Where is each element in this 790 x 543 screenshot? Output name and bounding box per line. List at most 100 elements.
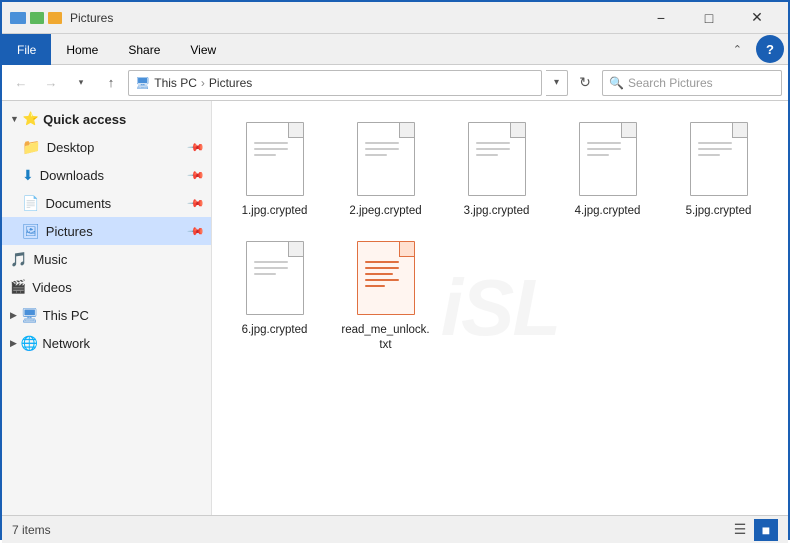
file-page-6 <box>246 241 304 315</box>
tab-home[interactable]: Home <box>51 34 113 65</box>
sidebar-label-videos: Videos <box>32 280 72 295</box>
file-item-3[interactable]: 3.jpg.crypted <box>444 111 549 224</box>
refresh-button[interactable]: ↻ <box>572 70 598 96</box>
sidebar-item-documents[interactable]: 📄 Documents 📌 <box>2 189 211 217</box>
file-line <box>476 154 498 156</box>
expand-arrow-thispc: ▶ <box>10 310 17 321</box>
tab-file[interactable]: File <box>2 34 51 65</box>
file-lines-2 <box>365 142 399 156</box>
sidebar-section-thispc[interactable]: ▶ 🖥 This PC <box>2 301 211 329</box>
file-line <box>365 285 385 287</box>
folder-icon-desktop: 📁 <box>22 138 41 156</box>
file-line <box>254 148 288 150</box>
file-lines-4 <box>587 142 621 156</box>
file-name-6: 6.jpg.crypted <box>242 323 308 338</box>
network-icon: 🌐 <box>21 335 38 352</box>
sidebar-label-desktop: Desktop <box>47 140 95 155</box>
sidebar-section-quick-access[interactable]: ▼ ⭐ Quick access <box>2 105 211 133</box>
file-name-4: 4.jpg.crypted <box>575 204 641 219</box>
window-controls: − □ ✕ <box>638 3 780 33</box>
file-line <box>698 142 732 144</box>
download-icon: ⬇ <box>22 167 34 184</box>
video-icon: 🎬 <box>10 279 26 295</box>
minimize-button[interactable]: − <box>638 3 684 33</box>
sidebar-item-pictures[interactable]: 🖼 Pictures 📌 <box>2 217 211 245</box>
file-line <box>365 154 387 156</box>
documents-icon: 📄 <box>22 195 39 212</box>
file-line <box>254 273 276 275</box>
file-item-1[interactable]: 1.jpg.crypted <box>222 111 327 224</box>
path-pictures[interactable]: Pictures <box>209 76 252 90</box>
file-lines-1 <box>254 142 288 156</box>
search-placeholder: Search Pictures <box>628 76 713 90</box>
file-name-3: 3.jpg.crypted <box>464 204 530 219</box>
sidebar-label-pictures: Pictures <box>46 224 93 239</box>
address-dropdown-button[interactable]: ▾ <box>546 70 568 96</box>
file-icon-5 <box>685 118 753 200</box>
ribbon-tab-bar: File Home Share View ⌃ ? <box>2 34 788 64</box>
tab-share[interactable]: Share <box>113 34 175 65</box>
file-line <box>254 261 288 263</box>
grid-view-button[interactable]: ■ <box>754 519 778 541</box>
file-line <box>254 267 288 269</box>
file-area: iSL 1.jpg.crypted <box>212 101 788 515</box>
back-button[interactable]: ← <box>8 70 34 96</box>
sidebar-label-music: Music <box>33 252 67 267</box>
forward-button[interactable]: → <box>38 70 64 96</box>
file-page-2 <box>357 122 415 196</box>
file-name-7: read_me_unlock.txt <box>341 323 429 353</box>
sidebar-label-downloads: Downloads <box>40 168 104 183</box>
path-icon: 🖥 <box>135 76 150 90</box>
file-icon-4 <box>574 118 642 200</box>
sidebar-section-network[interactable]: ▶ 🌐 Network <box>2 329 211 357</box>
title-bar: Pictures − □ ✕ <box>2 2 788 34</box>
files-grid: 1.jpg.crypted 2.jpeg.crypted <box>222 111 778 358</box>
tb-icon-1 <box>10 12 26 24</box>
address-path[interactable]: 🖥 This PC › Pictures <box>128 70 542 96</box>
file-lines-5 <box>698 142 732 156</box>
file-item-7[interactable]: read_me_unlock.txt <box>333 230 438 358</box>
file-item-2[interactable]: 2.jpeg.crypted <box>333 111 438 224</box>
pin-icon-desktop: 📌 <box>187 138 206 157</box>
pin-icon-downloads: 📌 <box>187 166 206 185</box>
sidebar-item-downloads[interactable]: ⬇ Downloads 📌 <box>2 161 211 189</box>
file-line <box>365 148 399 150</box>
ribbon: File Home Share View ⌃ ? <box>2 34 788 65</box>
sidebar-label-quick-access: Quick access <box>43 112 126 127</box>
file-item-5[interactable]: 5.jpg.crypted <box>666 111 771 224</box>
file-line <box>365 279 399 281</box>
file-line <box>365 273 393 275</box>
tab-view[interactable]: View <box>175 34 231 65</box>
tb-icon-folder <box>48 12 62 24</box>
pin-icon-documents: 📌 <box>187 194 206 213</box>
path-thispc[interactable]: This PC <box>154 76 197 90</box>
sidebar: ▼ ⭐ Quick access 📁 Desktop 📌 ⬇ Downloads… <box>2 101 212 515</box>
file-icon-7 <box>352 237 420 319</box>
file-line <box>365 142 399 144</box>
file-name-5: 5.jpg.crypted <box>686 204 752 219</box>
recent-locations-button[interactable]: ▾ <box>68 70 94 96</box>
search-box[interactable]: 🔍 Search Pictures <box>602 70 782 96</box>
sidebar-item-desktop[interactable]: 📁 Desktop 📌 <box>2 133 211 161</box>
sidebar-item-music[interactable]: 🎵 Music <box>2 245 211 273</box>
file-icon-6 <box>241 237 309 319</box>
music-icon: 🎵 <box>10 251 27 268</box>
file-line <box>698 148 732 150</box>
list-view-button[interactable]: ☰ <box>728 519 752 541</box>
file-page-4 <box>579 122 637 196</box>
ribbon-collapse-button[interactable]: ⌃ <box>723 34 752 64</box>
file-item-6[interactable]: 6.jpg.crypted <box>222 230 327 358</box>
maximize-button[interactable]: □ <box>686 3 732 33</box>
close-button[interactable]: ✕ <box>734 3 780 33</box>
path-separator-1: › <box>201 76 205 90</box>
file-line <box>587 154 609 156</box>
up-button[interactable]: ↑ <box>98 70 124 96</box>
file-line <box>698 154 720 156</box>
file-line <box>365 261 399 263</box>
file-item-4[interactable]: 4.jpg.crypted <box>555 111 660 224</box>
title-bar-icons <box>10 12 62 24</box>
view-controls: ☰ ■ <box>728 519 778 541</box>
help-button[interactable]: ? <box>756 35 784 63</box>
file-line <box>587 142 621 144</box>
sidebar-item-videos[interactable]: 🎬 Videos <box>2 273 211 301</box>
